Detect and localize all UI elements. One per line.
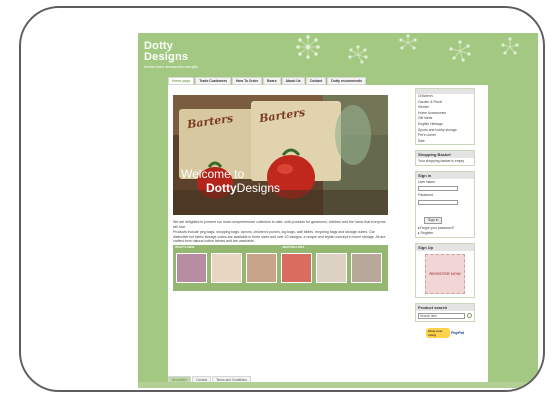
signup-box: Sign Up REGISTER NOW — [415, 242, 475, 298]
product-thumbnail[interactable] — [281, 253, 312, 283]
intro-text: We are delighted to present our most com… — [173, 220, 388, 245]
strip-header: WHAT'S NEW BESTSELLERS — [173, 245, 388, 250]
logo-line-2[interactable]: Designs — [144, 52, 188, 63]
signin-box: Sign in User Name Password Sign in ▸Forg… — [415, 170, 475, 238]
nav-home-page[interactable]: Home page — [168, 77, 195, 85]
nav-bears[interactable]: Bears — [263, 77, 281, 85]
intro-paragraph-2: Products include peg bags, shopping bags… — [173, 230, 386, 244]
search-input[interactable]: Search item — [418, 312, 465, 319]
username-label: User Name — [418, 179, 436, 184]
signup-title: Sign Up — [416, 243, 474, 251]
product-thumbnail[interactable] — [316, 253, 347, 283]
main-nav: Home page Trade Customers How To Order B… — [168, 77, 410, 85]
nav-how-to-order[interactable]: How To Order — [231, 77, 263, 85]
username-field[interactable] — [418, 186, 458, 192]
paypal-pill: Shop now using — [426, 327, 450, 338]
paypal-badge[interactable]: Shop now using PayPal — [426, 327, 464, 338]
password-field[interactable] — [418, 199, 458, 205]
signin-title: Sign in — [416, 171, 474, 179]
register-now-badge[interactable]: REGISTER NOW — [425, 253, 465, 294]
basket-title: Shopping Basket — [416, 151, 474, 159]
welcome-line-1: Welcome to — [181, 167, 245, 181]
register-link[interactable]: ▸ Register — [416, 231, 474, 237]
nav-about-us[interactable]: About Us — [281, 77, 305, 85]
category-box: Children's Garden & Floral Kitchen Home … — [415, 88, 475, 146]
welcome-rest: Designs — [236, 181, 281, 195]
basket-box: Shopping Basket Your shopping basket is … — [415, 150, 475, 166]
website-canvas: Dotty Designs handle home accessories an… — [138, 33, 538, 388]
bestsellers-heading: BESTSELLERS — [282, 245, 305, 249]
intro-paragraph-1: We are delighted to present our most com… — [173, 220, 386, 229]
whats-new-heading: WHAT'S NEW — [175, 245, 195, 249]
search-row: Search item — [416, 311, 474, 321]
nav-contact[interactable]: Contact — [305, 77, 327, 85]
search-box: Product search Search item — [415, 302, 475, 322]
dandelion-decoration — [296, 34, 519, 64]
search-title: Product search — [416, 303, 474, 311]
password-label: Password — [418, 193, 433, 198]
product-thumbnail[interactable] — [351, 253, 382, 283]
product-thumbnail[interactable] — [176, 253, 207, 283]
thumbnail-row — [176, 253, 382, 283]
screenshot-frame: Dotty Designs handle home accessories an… — [19, 6, 545, 392]
paypal-logo: PayPal — [450, 330, 464, 336]
product-thumbnail[interactable] — [246, 253, 277, 283]
site-tagline: handle home accessories and gifts — [144, 65, 198, 69]
product-thumbnail[interactable] — [211, 253, 242, 283]
welcome-line-2: DottyDesigns — [206, 181, 280, 195]
category-sale[interactable]: Sale — [416, 139, 474, 145]
nav-trade-customers[interactable]: Trade Customers — [195, 77, 231, 85]
welcome-bold: Dotty — [206, 181, 237, 195]
basket-text: Your shopping basket is empty — [418, 159, 465, 164]
signin-button[interactable]: Sign in — [424, 216, 443, 224]
site-bottom-band — [138, 382, 538, 388]
hero-banner: Barters Barters Welcome to DottyDesigns — [173, 95, 388, 215]
sidebar: Children's Garden & Floral Kitchen Home … — [415, 88, 475, 338]
nav-dotty-recommends[interactable]: Dotty recommends — [327, 77, 367, 85]
search-icon[interactable] — [467, 313, 472, 319]
product-strip: WHAT'S NEW BESTSELLERS — [173, 245, 388, 291]
